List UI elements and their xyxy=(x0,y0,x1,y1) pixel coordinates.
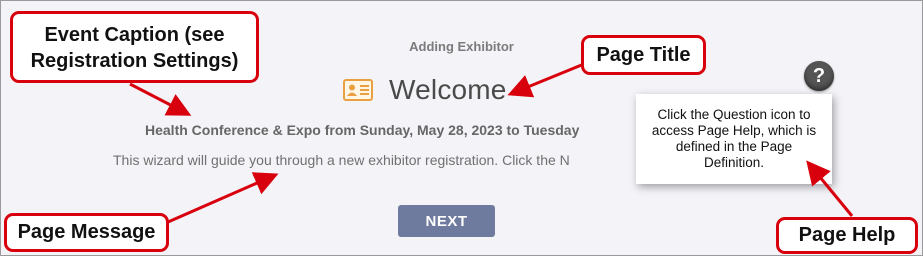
id-card-icon xyxy=(343,79,373,101)
callout-page-title: Page Title xyxy=(581,35,706,75)
callout-page-help: Page Help xyxy=(776,217,918,254)
page-message: This wizard will guide you through a new… xyxy=(113,152,570,168)
question-mark-icon[interactable]: ? xyxy=(804,61,834,91)
page-help-tooltip: Click the Question icon to access Page H… xyxy=(636,94,832,184)
page-title: Welcome xyxy=(389,74,507,105)
page-help-tooltip-text: Click the Question icon to access Page H… xyxy=(651,107,817,170)
next-button[interactable]: NEXT xyxy=(398,205,495,237)
event-caption: Health Conference & Expo from Sunday, Ma… xyxy=(145,122,580,138)
callout-page-message: Page Message xyxy=(4,213,169,252)
callout-event-caption: Event Caption (see Registration Settings… xyxy=(10,11,259,83)
page-title-row: Welcome xyxy=(343,70,507,110)
